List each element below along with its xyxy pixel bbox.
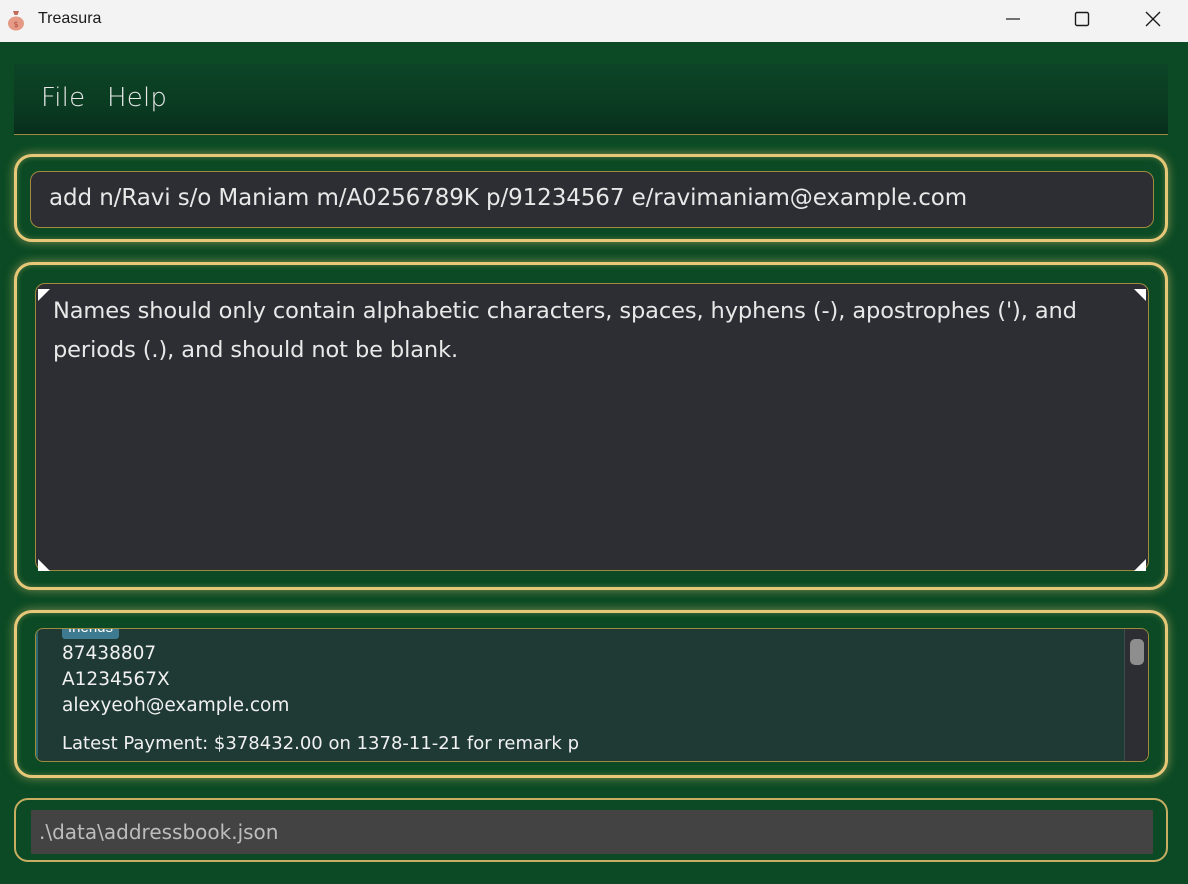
save-location: .\data\addressbook.json xyxy=(39,820,279,844)
command-panel: add n/Ravi s/o Maniam m/A0256789K p/9123… xyxy=(14,154,1168,242)
close-button[interactable] xyxy=(1118,0,1188,42)
maximize-icon xyxy=(1074,11,1090,31)
close-icon xyxy=(1145,11,1161,31)
window-title-bar: $ Treasura xyxy=(0,0,1188,42)
person-card[interactable]: friends 87438807 A1234567X alexyeoh@exam… xyxy=(36,629,1126,761)
person-list[interactable]: friends 87438807 A1234567X alexyeoh@exam… xyxy=(35,628,1149,762)
resize-corner-icon xyxy=(38,286,50,301)
result-display[interactable]: Names should only contain alphabetic cha… xyxy=(35,283,1149,571)
main-window: File Help add n/Ravi s/o Maniam m/A02567… xyxy=(0,42,1188,884)
person-latest-payment: Latest Payment: $378432.00 on 1378-11-21… xyxy=(62,733,580,754)
result-message: Names should only contain alphabetic cha… xyxy=(53,298,1077,363)
resize-corner-icon xyxy=(1134,556,1146,571)
resize-corner-icon xyxy=(38,556,50,571)
status-bar-field: .\data\addressbook.json xyxy=(31,810,1153,854)
tag-badge: friends xyxy=(62,629,120,639)
minimize-icon xyxy=(1005,11,1021,31)
result-panel: Names should only contain alphabetic cha… xyxy=(14,262,1168,590)
command-input[interactable]: add n/Ravi s/o Maniam m/A0256789K p/9123… xyxy=(30,171,1154,228)
person-email: alexyeoh@example.com xyxy=(62,695,290,716)
menu-file[interactable]: File xyxy=(41,83,85,113)
person-phone: 87438807 xyxy=(62,643,157,664)
scrollbar-thumb[interactable] xyxy=(1130,639,1144,665)
status-bar: .\data\addressbook.json xyxy=(14,798,1168,862)
menu-help[interactable]: Help xyxy=(107,83,167,113)
person-list-panel: friends 87438807 A1234567X alexyeoh@exam… xyxy=(14,610,1168,778)
resize-corner-icon xyxy=(1134,286,1146,301)
command-input-text: add n/Ravi s/o Maniam m/A0256789K p/9123… xyxy=(49,185,968,211)
money-bag-icon: $ xyxy=(6,9,26,31)
menu-bar: File Help xyxy=(14,64,1168,135)
maximize-button[interactable] xyxy=(1047,0,1117,42)
list-scrollbar[interactable] xyxy=(1124,629,1148,761)
person-matric: A1234567X xyxy=(62,669,170,690)
window-title: Treasura xyxy=(38,10,102,27)
svg-text:$: $ xyxy=(13,20,18,29)
minimize-button[interactable] xyxy=(978,0,1048,42)
